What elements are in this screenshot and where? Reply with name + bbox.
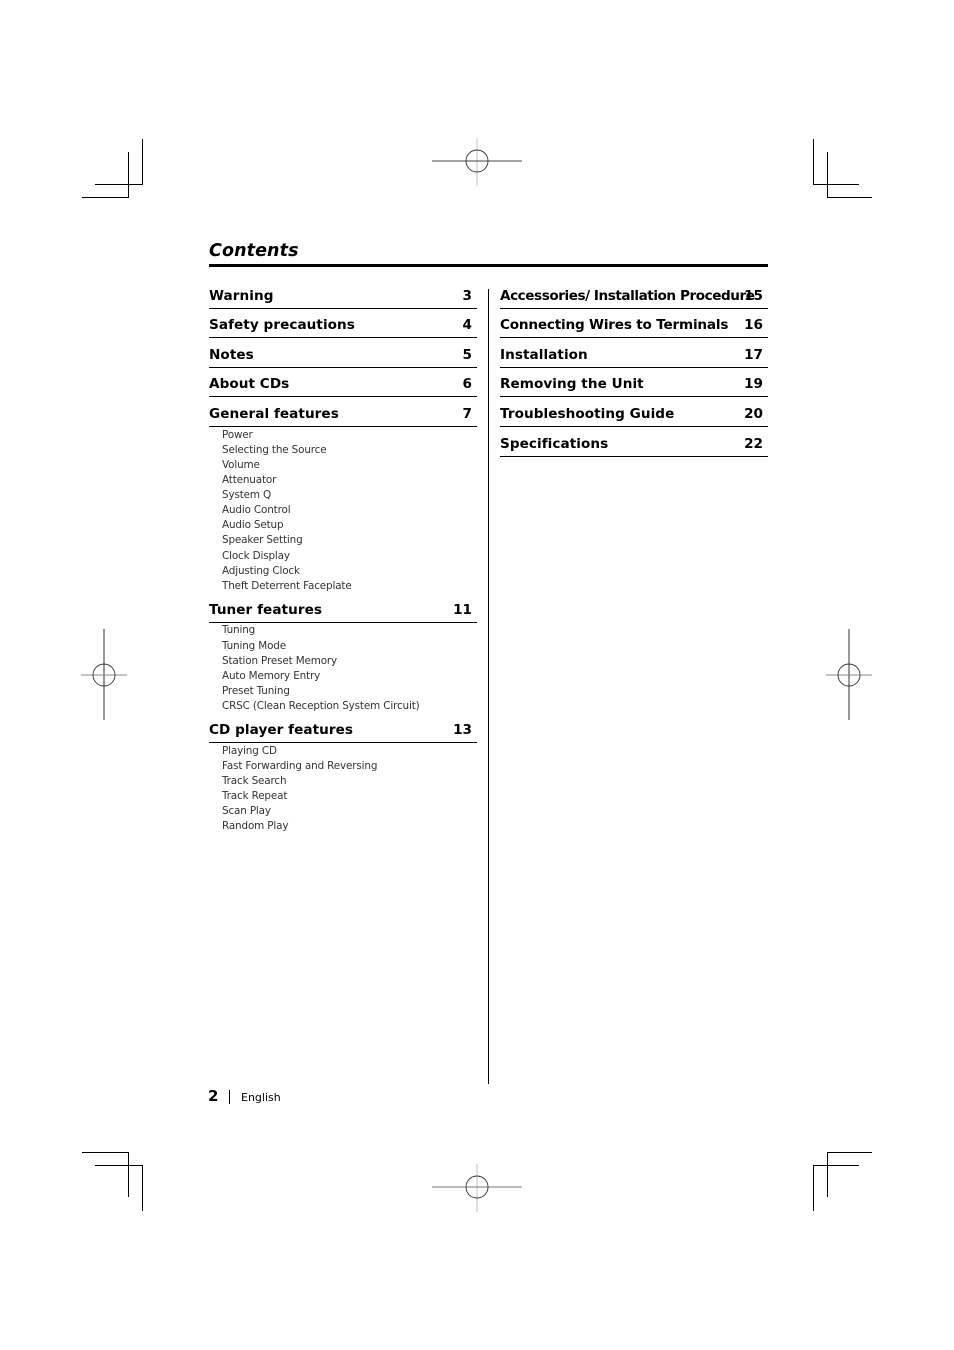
toc-subitem[interactable]: Tuning <box>222 624 255 636</box>
toc-entry-installation[interactable]: Installation 17 <box>500 347 768 368</box>
title-rule <box>209 264 768 267</box>
toc-subitem[interactable]: Audio Setup <box>222 519 284 531</box>
toc-entry-label: Safety precautions <box>209 317 355 333</box>
toc-entry-page: 19 <box>744 376 763 392</box>
toc-entry-page: 11 <box>453 602 472 618</box>
toc-subitem[interactable]: Track Search <box>222 775 287 787</box>
toc-entry-label: General features <box>209 406 339 422</box>
toc-entry-label: Removing the Unit <box>500 376 644 392</box>
registration-mark-left <box>81 629 127 720</box>
toc-subitem[interactable]: Volume <box>222 459 260 471</box>
toc-entry-safety-precautions[interactable]: Safety precautions 4 <box>209 317 477 338</box>
toc-subitem[interactable]: System Q <box>222 489 271 501</box>
toc-entry-label: About CDs <box>209 376 290 392</box>
toc-entry-connecting-wires[interactable]: Connecting Wires to Terminals 16 <box>500 317 768 338</box>
footer-separator <box>229 1090 230 1104</box>
page-number: 2 <box>208 1087 219 1105</box>
registration-mark-top <box>432 138 522 186</box>
toc-entry-page: 13 <box>453 722 472 738</box>
toc-subitem[interactable]: Selecting the Source <box>222 444 327 456</box>
toc-entry-page: 16 <box>744 317 763 333</box>
toc-subitem[interactable]: Preset Tuning <box>222 685 290 697</box>
toc-entry-label: Installation <box>500 347 588 363</box>
toc-subitem[interactable]: Tuning Mode <box>222 640 286 652</box>
toc-subitem[interactable]: Station Preset Memory <box>222 655 337 667</box>
registration-mark-right <box>826 629 872 720</box>
page-title: Contents <box>209 241 299 261</box>
toc-entry-label: Connecting Wires to Terminals <box>500 317 729 333</box>
toc-entry-label: Notes <box>209 347 254 363</box>
registration-mark-bottom <box>432 1164 522 1212</box>
toc-subitem[interactable]: CRSC (Clean Reception System Circuit) <box>222 700 420 712</box>
toc-entry-page: 7 <box>462 406 472 422</box>
toc-subitem[interactable]: Adjusting Clock <box>222 565 300 577</box>
toc-subitem[interactable]: Clock Display <box>222 550 290 562</box>
toc-entry-page: 3 <box>462 288 472 304</box>
toc-subitem[interactable]: Attenuator <box>222 474 276 486</box>
toc-entry-about-cds[interactable]: About CDs 6 <box>209 376 477 397</box>
footer-language: English <box>241 1091 281 1104</box>
toc-entry-page: 15 <box>744 288 763 304</box>
toc-subitem[interactable]: Random Play <box>222 820 288 832</box>
toc-subitem[interactable]: Auto Memory Entry <box>222 670 320 682</box>
toc-entry-page: 22 <box>744 436 763 452</box>
toc-entry-page: 17 <box>744 347 763 363</box>
toc-entry-accessories-installation[interactable]: Accessories/ Installation Procedure 15 <box>500 288 768 309</box>
toc-entry-warning[interactable]: Warning 3 <box>209 288 477 309</box>
toc-entry-troubleshooting-guide[interactable]: Troubleshooting Guide 20 <box>500 406 768 427</box>
toc-subitem[interactable]: Fast Forwarding and Reversing <box>222 760 377 772</box>
toc-entry-label: Tuner features <box>209 602 322 618</box>
toc-entry-removing-the-unit[interactable]: Removing the Unit 19 <box>500 376 768 397</box>
toc-entry-page: 5 <box>462 347 472 363</box>
toc-entry-label: Troubleshooting Guide <box>500 406 675 422</box>
toc-entry-page: 20 <box>744 406 763 422</box>
toc-entry-cd-player-features[interactable]: CD player features 13 <box>209 722 477 743</box>
toc-entry-label: Warning <box>209 288 274 304</box>
toc-subitem[interactable]: Scan Play <box>222 805 271 817</box>
toc-entry-label: CD player features <box>209 722 354 738</box>
toc-subitem[interactable]: Theft Deterrent Faceplate <box>222 580 352 592</box>
toc-entry-specifications[interactable]: Specifications 22 <box>500 436 768 457</box>
toc-entry-notes[interactable]: Notes 5 <box>209 347 477 368</box>
toc-subitem[interactable]: Power <box>222 429 253 441</box>
toc-entry-label: Specifications <box>500 436 609 452</box>
toc-subitem[interactable]: Audio Control <box>222 504 291 516</box>
toc-subitem[interactable]: Speaker Setting <box>222 534 303 546</box>
toc-entry-tuner-features[interactable]: Tuner features 11 <box>209 602 477 623</box>
toc-subitem[interactable]: Track Repeat <box>222 790 287 802</box>
toc-entry-page: 6 <box>462 376 472 392</box>
toc-entry-general-features[interactable]: General features 7 <box>209 406 477 427</box>
column-divider <box>488 289 490 1084</box>
toc-subitem[interactable]: Playing CD <box>222 745 277 757</box>
toc-entry-label: Accessories/ Installation Procedure <box>500 288 755 304</box>
toc-entry-page: 4 <box>462 317 472 333</box>
